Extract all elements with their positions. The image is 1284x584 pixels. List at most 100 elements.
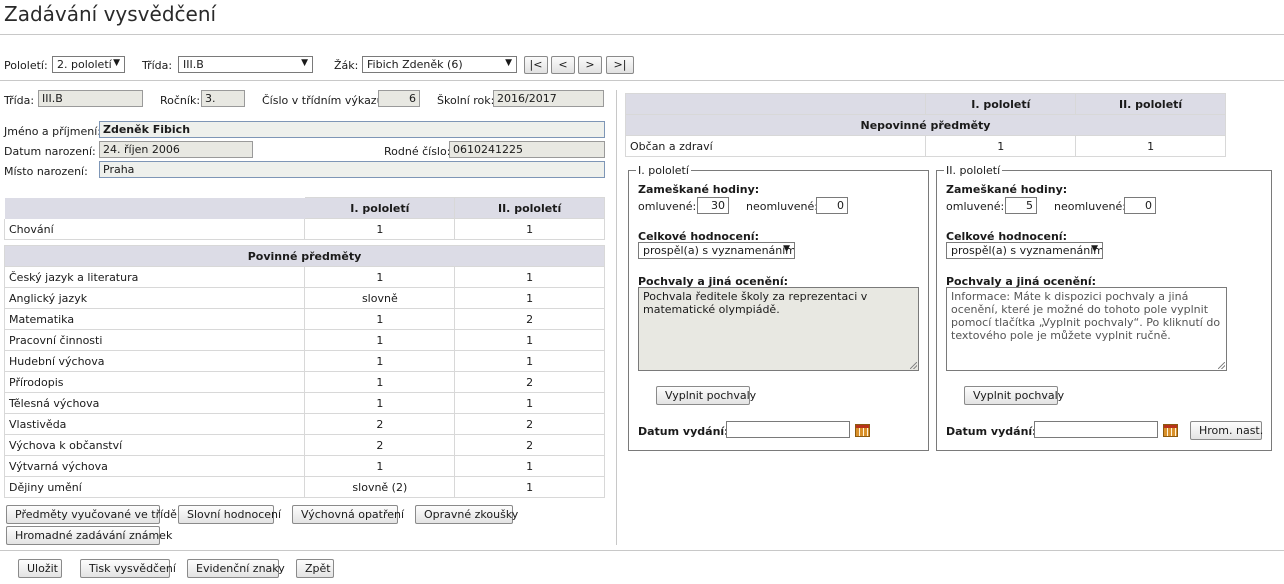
nepovinne-header-row: I. pololetí II. pololetí bbox=[624, 93, 1226, 115]
grades-header-row: I. pololetí II. pololetí bbox=[4, 197, 605, 219]
chevron-down-icon: ▼ bbox=[783, 244, 790, 254]
resize-grip-icon[interactable] bbox=[910, 362, 917, 369]
nepovinne-col-2: II. pololetí bbox=[1075, 93, 1226, 115]
term1-fill-praise-button[interactable]: Vyplnit pochvaly bbox=[656, 386, 756, 405]
chovani-row[interactable]: Chování 1 1 bbox=[3, 218, 605, 240]
calendar-icon[interactable] bbox=[1163, 424, 1178, 437]
subject-h2: 1 bbox=[454, 392, 605, 414]
prev-student-button[interactable]: < bbox=[551, 56, 575, 74]
subject-h2: 1 bbox=[454, 350, 605, 372]
term1-omluvene-label: omluvené: bbox=[638, 200, 697, 213]
term2-neomluvene-input[interactable]: 0 bbox=[1124, 197, 1156, 214]
term2-praise-textarea[interactable]: Informace: Máte k dispozici pochvaly a j… bbox=[946, 287, 1227, 371]
term2-fill-praise-button[interactable]: Vyplnit pochvaly bbox=[964, 386, 1064, 405]
table-row[interactable]: Anglický jazyk slovně 1 bbox=[3, 287, 605, 309]
term2-overall-select[interactable]: prospěl(a) s vyznamenáním ▼ bbox=[946, 242, 1103, 259]
povinne-title: Povinné předměty bbox=[4, 245, 605, 267]
predmety-button[interactable]: Předměty vyučované ve třídě bbox=[6, 505, 177, 524]
first-student-button[interactable]: |< bbox=[524, 56, 548, 74]
table-row[interactable]: Český jazyk a literatura 1 1 bbox=[3, 266, 605, 288]
chevron-down-icon: ▼ bbox=[301, 58, 308, 68]
subject-h1: slovně (2) bbox=[304, 476, 456, 498]
subject-h2: 1 bbox=[454, 455, 605, 477]
subject-name: Přírodopis bbox=[3, 371, 306, 393]
opravne-zkousky-button[interactable]: Opravné zkoušky bbox=[415, 505, 518, 524]
subject-h1: 1 bbox=[304, 350, 456, 372]
table-row[interactable]: Přírodopis 1 2 bbox=[3, 371, 605, 393]
subject-h1: 1 bbox=[304, 329, 456, 351]
chevron-down-icon: ▼ bbox=[113, 58, 120, 68]
save-button[interactable]: Uložit bbox=[18, 559, 62, 578]
grades-col-2: II. pololetí bbox=[454, 197, 605, 219]
pololeti-label: Pololetí: bbox=[4, 59, 48, 72]
slovni-hodnoceni-button[interactable]: Slovní hodnocení bbox=[178, 505, 281, 524]
nepovinne-row-h2: 1 bbox=[1075, 135, 1226, 157]
cislo-label: Číslo v třídním výkazu: bbox=[262, 94, 388, 107]
table-row[interactable]: Tělesná výchova 1 1 bbox=[3, 392, 605, 414]
table-row[interactable]: Občan a zdraví 1 1 bbox=[624, 135, 1226, 157]
subject-h2: 2 bbox=[454, 434, 605, 456]
table-row[interactable]: Matematika 1 2 bbox=[3, 308, 605, 330]
subject-h1: 2 bbox=[304, 413, 456, 435]
grades-header-blank bbox=[4, 197, 305, 219]
vychovna-opatreni-button[interactable]: Výchovná opatření bbox=[292, 505, 404, 524]
chovani-h1: 1 bbox=[304, 218, 456, 240]
subject-name: Matematika bbox=[3, 308, 306, 330]
datum-narozeni-label: Datum narození: bbox=[4, 145, 96, 158]
back-button[interactable]: Zpět bbox=[296, 559, 334, 578]
subject-h2: 2 bbox=[454, 413, 605, 435]
term1-date-input[interactable] bbox=[726, 421, 850, 438]
trida-select[interactable]: III.B ▼ bbox=[178, 56, 313, 73]
term2-omluvene-input[interactable]: 5 bbox=[1005, 197, 1037, 214]
subject-name: Hudební výchova bbox=[3, 350, 306, 372]
term2-neomluvene-label: neomluvené: bbox=[1054, 200, 1126, 213]
subject-h1: 1 bbox=[304, 455, 456, 477]
term2-overall-value: prospěl(a) s vyznamenáním bbox=[951, 244, 1103, 257]
table-row[interactable]: Výtvarná výchova 1 1 bbox=[3, 455, 605, 477]
table-row[interactable]: Dějiny umění slovně (2) 1 bbox=[3, 476, 605, 498]
grades-table: I. pololetí II. pololetí Chování 1 1 Pov… bbox=[3, 197, 605, 498]
zak-select[interactable]: Fibich Zdeněk (6) ▼ bbox=[362, 56, 517, 73]
term1-overall-select[interactable]: prospěl(a) s vyznamenáním ▼ bbox=[638, 242, 795, 259]
pololeti-select[interactable]: 2. pololetí ▼ bbox=[52, 56, 125, 73]
subject-name: Český jazyk a literatura bbox=[3, 266, 306, 288]
title-divider bbox=[0, 34, 1284, 35]
pololeti-value: 2. pololetí bbox=[57, 58, 112, 71]
evidencni-znaky-button[interactable]: Evidenční znaky bbox=[187, 559, 285, 578]
subject-h1: 1 bbox=[304, 308, 456, 330]
jmeno-field: Zdeněk Fibich bbox=[99, 121, 605, 138]
table-row[interactable]: Výchova k občanství 2 2 bbox=[3, 434, 605, 456]
subject-h2: 1 bbox=[454, 476, 605, 498]
trida-select-value: III.B bbox=[183, 58, 204, 71]
chevron-down-icon: ▼ bbox=[505, 58, 512, 68]
resize-grip-icon[interactable] bbox=[1218, 362, 1225, 369]
datum-narozeni-field: 24. říjen 2006 bbox=[99, 141, 253, 158]
term1-date-label: Datum vydání: bbox=[638, 425, 729, 438]
term2-praise-text: Informace: Máte k dispozici pochvaly a j… bbox=[951, 290, 1221, 342]
term1-neomluvene-input[interactable]: 0 bbox=[816, 197, 848, 214]
term1-neomluvene-label: neomluvené: bbox=[746, 200, 818, 213]
subject-h1: 1 bbox=[304, 392, 456, 414]
misto-narozeni-label: Místo narození: bbox=[4, 165, 88, 178]
print-certificate-button[interactable]: Tisk vysvědčení bbox=[80, 559, 176, 578]
subject-name: Anglický jazyk bbox=[3, 287, 306, 309]
zak-label: Žák: bbox=[334, 59, 359, 72]
term1-praise-textarea[interactable]: Pochvala ředitele školy za reprezentaci … bbox=[638, 287, 919, 371]
term1-omluvene-input[interactable]: 30 bbox=[697, 197, 729, 214]
term2-date-label: Datum vydání: bbox=[946, 425, 1037, 438]
table-row[interactable]: Hudební výchova 1 1 bbox=[3, 350, 605, 372]
chovani-h2: 1 bbox=[454, 218, 605, 240]
chovani-name: Chování bbox=[3, 218, 306, 240]
last-student-button[interactable]: >| bbox=[606, 56, 634, 74]
subject-name: Vlastivěda bbox=[3, 413, 306, 435]
subject-h1: 1 bbox=[304, 266, 456, 288]
hromadne-nastaveni-button[interactable]: Hrom. nast. bbox=[1190, 421, 1263, 440]
subject-h2: 2 bbox=[454, 371, 605, 393]
next-student-button[interactable]: > bbox=[578, 56, 602, 74]
table-row[interactable]: Vlastivěda 2 2 bbox=[3, 413, 605, 435]
subject-h2: 2 bbox=[454, 308, 605, 330]
hromadne-zadavani-button[interactable]: Hromadné zadávání známek bbox=[6, 526, 172, 545]
term2-date-input[interactable] bbox=[1034, 421, 1158, 438]
table-row[interactable]: Pracovní činnosti 1 1 bbox=[3, 329, 605, 351]
calendar-icon[interactable] bbox=[855, 424, 870, 437]
